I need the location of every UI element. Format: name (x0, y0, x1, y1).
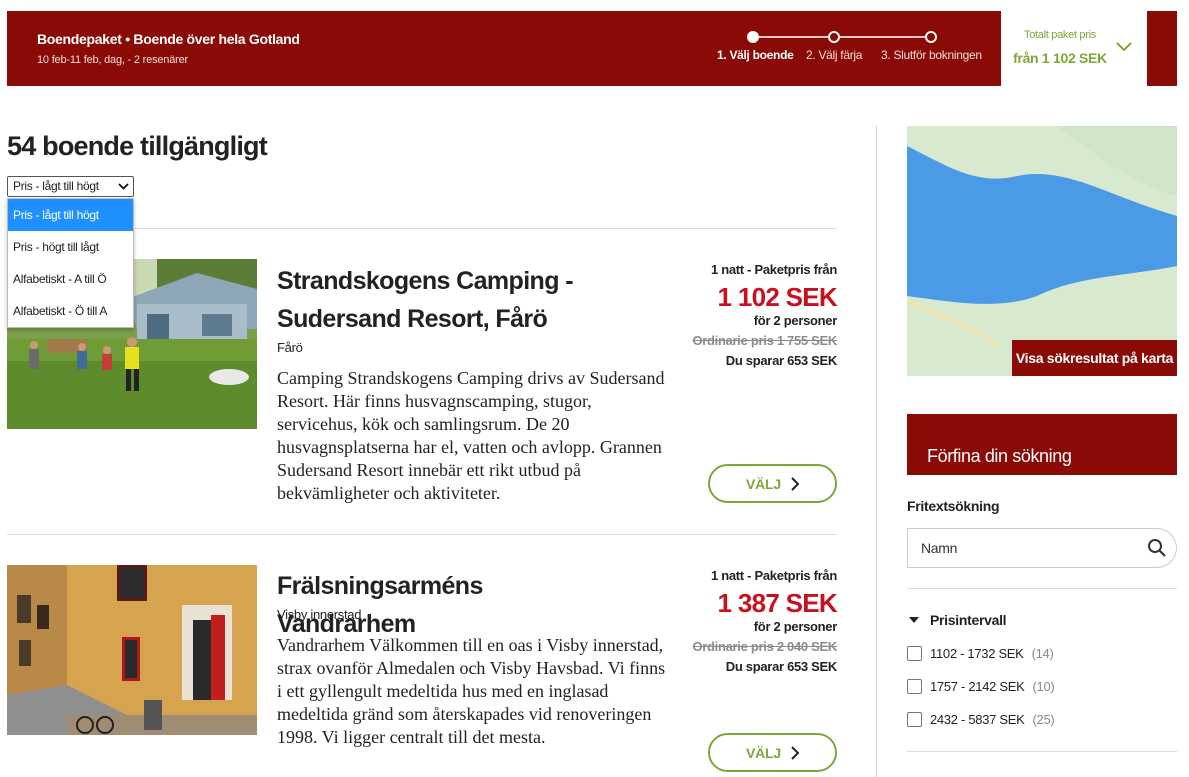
price-range-option[interactable]: 2432 - 5837 SEK (25) (907, 712, 1055, 727)
price-range-count: (14) (1031, 646, 1054, 661)
price-block: 1 natt - Paketpris från 1 102 SEK för 2 … (657, 262, 837, 368)
savings-text: Du sparar 653 SEK (725, 659, 838, 674)
list-divider (7, 534, 837, 535)
column-divider (876, 126, 877, 777)
sort-option-alpha-asc[interactable]: Alfabetiskt - A till Ö (8, 263, 133, 295)
total-price-toggle[interactable]: Totalt paket pris från 1 102 SEK (1001, 11, 1147, 86)
sidebar-divider (907, 588, 1177, 589)
price-range-option[interactable]: 1102 - 1732 SEK (14) (907, 646, 1054, 661)
price-range-label: 2432 - 5837 SEK (930, 712, 1025, 727)
step-2-label: 2. Välj färja (806, 48, 863, 62)
package-price: 1 387 SEK (717, 588, 838, 618)
booking-header: Boendepaket • Boende över hela Gotland 1… (7, 11, 1177, 86)
select-button-label: VÄLJ (746, 475, 781, 492)
chevron-down-icon (1116, 42, 1132, 52)
original-price: Ordinarie pris 2 040 SEK (692, 639, 837, 654)
price-block: 1 natt - Paketpris från 1 387 SEK för 2 … (657, 568, 837, 674)
sidebar-divider (907, 751, 1177, 752)
map-graphic (907, 126, 1177, 376)
step-2-dot (828, 31, 840, 43)
listing-location: Visby innerstad (277, 607, 362, 622)
select-button[interactable]: VÄLJ (708, 464, 837, 503)
sort-dropdown: Pris - lågt till högt Pris - högt till l… (7, 198, 134, 328)
checkbox[interactable] (907, 712, 922, 727)
name-search-input[interactable]: Namn (907, 528, 1138, 568)
listing-image[interactable] (7, 565, 257, 735)
savings-text: Du sparar 653 SEK (725, 353, 838, 368)
price-range-option[interactable]: 1757 - 2142 SEK (10) (907, 679, 1055, 694)
total-price-value: från 1 102 SEK (1013, 50, 1107, 66)
step-1-label[interactable]: 1. Välj boende (717, 48, 794, 62)
listing-description: Camping Strandskogens Camping drivs av S… (277, 368, 665, 503)
step-3-dot (925, 31, 937, 43)
price-persons: för 2 personer (753, 313, 838, 328)
package-subtitle: 10 feb-11 feb, dag, - 2 resenärer (37, 54, 188, 66)
price-range-title: Prisintervall (930, 612, 1007, 628)
price-from-label: 1 natt - Paketpris från (710, 262, 837, 277)
price-persons: för 2 personer (753, 619, 838, 634)
listing-description: Vandrarhem Välkommen till en oas i Visby… (277, 635, 666, 747)
price-range-count: (25) (1032, 712, 1055, 727)
refine-search-title: Förfina din sökning (927, 446, 1072, 466)
price-range-count: (10) (1032, 679, 1055, 694)
price-from-label: 1 natt - Paketpris från (710, 568, 837, 583)
search-icon (1147, 539, 1166, 557)
sort-selected-value: Pris - lågt till högt (13, 179, 99, 193)
listing-name[interactable]: Frälsningsarméns Vandrarhem (277, 567, 597, 643)
hostel-photo (7, 565, 257, 735)
caret-down-icon (909, 617, 919, 623)
select-button[interactable]: VÄLJ (708, 733, 837, 772)
package-price: 1 102 SEK (717, 282, 838, 312)
price-range-toggle[interactable]: Prisintervall (908, 612, 1007, 628)
listing-name[interactable]: Strandskogens Camping - Sudersand Resort… (277, 262, 597, 338)
select-button-label: VÄLJ (746, 744, 781, 761)
sort-option-price-asc[interactable]: Pris - lågt till högt (8, 199, 133, 231)
results-map[interactable] (907, 126, 1177, 376)
chevron-right-icon (791, 476, 799, 491)
listing-location: Fårö (277, 340, 303, 355)
refine-search-panel: Förfina din sökning (907, 414, 1177, 475)
package-title: Boendepaket • Boende över hela Gotland (37, 31, 300, 47)
show-on-map-button[interactable]: Visa sökresultat på karta (1012, 340, 1177, 376)
free-text-label: Fritextsökning (907, 498, 1000, 514)
chevron-right-icon (791, 745, 799, 760)
sort-select[interactable]: Pris - lågt till högt (7, 176, 134, 197)
step-3-label: 3. Slutför bokningen (881, 48, 982, 62)
search-button[interactable] (1137, 528, 1177, 568)
step-1-dot (747, 31, 759, 43)
results-count-heading: 54 boende tillgängligt (7, 131, 268, 161)
progress-line (759, 36, 935, 38)
checkbox[interactable] (907, 646, 922, 661)
total-price-label: Totalt paket pris (1024, 29, 1096, 41)
original-price: Ordinarie pris 1 755 SEK (692, 333, 837, 348)
chevron-down-icon (118, 183, 129, 190)
checkbox[interactable] (907, 679, 922, 694)
price-range-label: 1102 - 1732 SEK (930, 646, 1024, 661)
sort-option-alpha-desc[interactable]: Alfabetiskt - Ö till A (8, 295, 133, 327)
price-range-label: 1757 - 2142 SEK (930, 679, 1025, 694)
sort-option-price-desc[interactable]: Pris - högt till lågt (8, 231, 133, 263)
